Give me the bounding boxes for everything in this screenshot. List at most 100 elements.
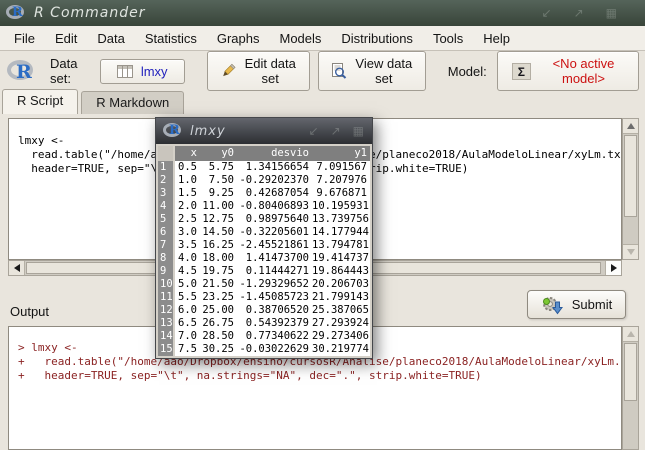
model-label: Model: [448, 64, 487, 79]
cell-y0: 21.50 [200, 278, 237, 291]
cell-y1: 27.293924 [312, 317, 370, 330]
cell-desvio: -1.29329652 [237, 278, 312, 291]
cell-desvio: 0.11444271 [237, 265, 312, 278]
table-row: 7 3.5 16.25 -2.45521861 13.794781 [158, 239, 370, 252]
window-title: R Commander [34, 5, 146, 21]
cell-x: 6.0 [175, 304, 200, 317]
menu-item[interactable]: Help [473, 27, 520, 50]
row-number-cell: 4 [158, 200, 175, 213]
column-header-desvio: desvio [237, 146, 312, 161]
cell-y0: 18.00 [200, 252, 237, 265]
cell-y0: 9.25 [200, 187, 237, 200]
cell-y1: 14.177944 [312, 226, 370, 239]
cell-y0: 25.00 [200, 304, 237, 317]
cell-desvio: -0.32205601 [237, 226, 312, 239]
active-model-button[interactable]: Σ <No active model> [497, 51, 639, 91]
table-row: 4 2.0 11.00 -0.80406893 10.195931 [158, 200, 370, 213]
rcommander-window: R R Commander FileEditDataStatisticsGrap… [0, 0, 645, 450]
scroll-up-icon[interactable] [623, 327, 638, 342]
scroll-left-icon[interactable] [9, 261, 25, 275]
cell-y1: 21.799143 [312, 291, 370, 304]
menu-item[interactable]: Statistics [135, 27, 207, 50]
view-dataset-label: View data set [355, 56, 413, 86]
active-model-name: <No active model> [543, 56, 624, 86]
menu-grid-icon[interactable] [353, 125, 364, 137]
submit-button[interactable]: Submit [527, 290, 626, 319]
column-header-y1: y1 [312, 146, 370, 161]
edit-dataset-button[interactable]: Edit data set [207, 51, 310, 91]
table-row: 10 5.0 21.50 -1.29329652 20.206703 [158, 278, 370, 291]
cell-x: 4.0 [175, 252, 200, 265]
edit-dataset-label: Edit data set [244, 56, 297, 86]
table-row: 13 6.5 26.75 0.54392379 27.293924 [158, 317, 370, 330]
cell-y1: 13.739756 [312, 213, 370, 226]
active-dataset-button[interactable]: lmxy [100, 59, 185, 84]
toolbar: R Data set: lmxy Edit data set [0, 51, 645, 91]
title-bar: R R Commander [0, 0, 645, 26]
row-number-cell: 8 [158, 252, 175, 265]
menu-item[interactable]: Graphs [207, 27, 270, 50]
cell-x: 3.0 [175, 226, 200, 239]
cell-x: 5.0 [175, 278, 200, 291]
cell-desvio: -0.80406893 [237, 200, 312, 213]
tab-r-script[interactable]: R Script [2, 89, 78, 114]
menu-item[interactable]: Tools [423, 27, 473, 50]
cell-y0: 12.75 [200, 213, 237, 226]
output-section-label: Output [10, 304, 49, 319]
output-vertical-scrollbar[interactable] [622, 326, 639, 450]
menu-item[interactable]: Data [87, 27, 134, 50]
unmaximize-icon[interactable] [542, 7, 552, 19]
scrollbar-thumb[interactable] [624, 343, 637, 401]
scroll-down-icon[interactable] [623, 244, 638, 259]
dataset-label: Data set: [50, 56, 92, 86]
row-number-cell: 10 [158, 278, 175, 291]
cell-x: 0.5 [175, 161, 200, 174]
submit-label: Submit [572, 297, 612, 312]
row-number-cell: 1 [158, 161, 175, 174]
menu-grid-icon[interactable] [606, 7, 617, 19]
menu-item[interactable]: Models [269, 27, 331, 50]
tab-r-markdown[interactable]: R Markdown [81, 91, 184, 114]
cell-desvio: 1.34156654 [237, 161, 312, 174]
menu-item[interactable]: File [4, 27, 45, 50]
scroll-right-icon[interactable] [605, 261, 621, 275]
row-number-cell: 7 [158, 239, 175, 252]
row-number-cell: 11 [158, 291, 175, 304]
cell-desvio: 0.98975640 [237, 213, 312, 226]
data-viewer-window: R lmxy x y0 desvio y1 [155, 117, 373, 359]
row-number-cell: 5 [158, 213, 175, 226]
column-header-y0: y0 [200, 146, 237, 161]
cell-x: 2.0 [175, 200, 200, 213]
sigma-icon: Σ [512, 63, 531, 80]
menu-item[interactable]: Distributions [331, 27, 423, 50]
row-number-cell: 13 [158, 317, 175, 330]
table-icon [117, 65, 133, 78]
cell-y0: 11.00 [200, 200, 237, 213]
cell-y0: 26.75 [200, 317, 237, 330]
table-row: 9 4.5 19.75 0.11444271 19.864443 [158, 265, 370, 278]
maximize-icon[interactable] [331, 125, 341, 137]
maximize-icon[interactable] [574, 7, 584, 19]
cell-y1: 9.676871 [312, 187, 370, 200]
cell-desvio: -0.03022629 [237, 343, 312, 356]
cell-y1: 30.219774 [312, 343, 370, 356]
cell-y0: 19.75 [200, 265, 237, 278]
menu-item[interactable]: Edit [45, 27, 87, 50]
scrollbar-thumb[interactable] [624, 135, 637, 217]
cell-y1: 13.794781 [312, 239, 370, 252]
cell-y0: 23.25 [200, 291, 237, 304]
table-row: 3 1.5 9.25 0.42687054 9.676871 [158, 187, 370, 200]
cell-desvio: -2.45521861 [237, 239, 312, 252]
script-vertical-scrollbar[interactable] [622, 118, 639, 260]
data-viewer-title-bar[interactable]: R lmxy [156, 118, 372, 144]
scroll-up-icon[interactable] [623, 119, 638, 134]
cell-x: 3.5 [175, 239, 200, 252]
row-number-cell: 15 [158, 343, 175, 356]
view-dataset-button[interactable]: View data set [318, 51, 426, 91]
table-row: 8 4.0 18.00 1.41473700 19.414737 [158, 252, 370, 265]
run-gear-arrow-icon [541, 295, 565, 315]
row-number-cell: 9 [158, 265, 175, 278]
row-number-cell: 6 [158, 226, 175, 239]
unmaximize-icon[interactable] [309, 125, 319, 137]
cell-desvio: 0.77340622 [237, 330, 312, 343]
